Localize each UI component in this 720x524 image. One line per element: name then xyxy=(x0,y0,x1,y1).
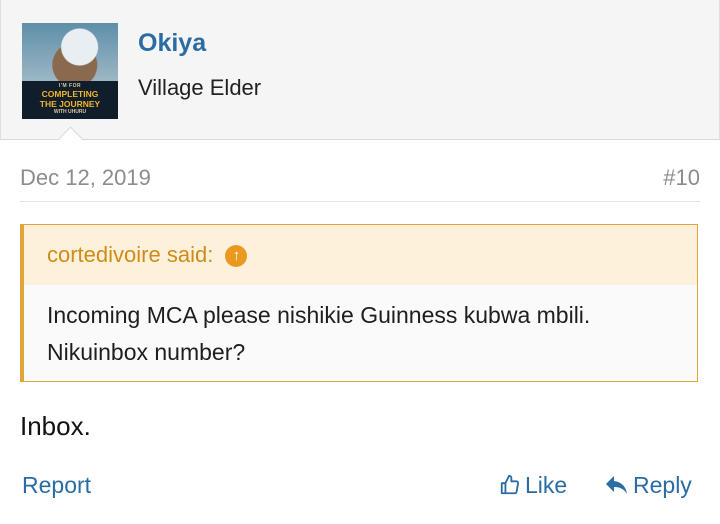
avatar-photo xyxy=(22,23,118,83)
thumbs-up-icon xyxy=(500,474,520,495)
quote-author[interactable]: cortedivoire said: xyxy=(47,242,213,267)
username-link[interactable]: Okiya xyxy=(138,29,206,58)
post-message: Inbox. xyxy=(20,411,91,441)
divider xyxy=(20,201,700,202)
post-number[interactable]: #10 xyxy=(663,165,700,191)
avatar[interactable]: I'M FOR COMPLETING THE JOURNEY WITH UHUR… xyxy=(22,23,118,119)
report-link[interactable]: Report xyxy=(22,472,91,499)
quote-header[interactable]: cortedivoire said: ↑ xyxy=(24,225,697,285)
user-header: I'M FOR COMPLETING THE JOURNEY WITH UHUR… xyxy=(0,0,720,151)
post-date[interactable]: Dec 12, 2019 xyxy=(20,165,151,191)
arrow-up-circle-icon[interactable]: ↑ xyxy=(225,245,248,267)
quote-line: Nikuinbox number? xyxy=(47,339,246,365)
like-button[interactable]: Like xyxy=(499,472,567,499)
reply-button[interactable]: Reply xyxy=(605,472,692,499)
quote-line: Incoming MCA please nishikie Guinness ku… xyxy=(47,302,591,328)
quote-block: cortedivoire said: ↑ Incoming MCA please… xyxy=(20,224,698,382)
user-title: Village Elder xyxy=(138,75,262,100)
header-pointer xyxy=(58,126,83,151)
avatar-banner: I'M FOR COMPLETING THE JOURNEY WITH UHUR… xyxy=(22,81,118,119)
reply-arrow-icon xyxy=(606,476,627,494)
quote-body: Incoming MCA please nishikie Guinness ku… xyxy=(24,285,697,371)
